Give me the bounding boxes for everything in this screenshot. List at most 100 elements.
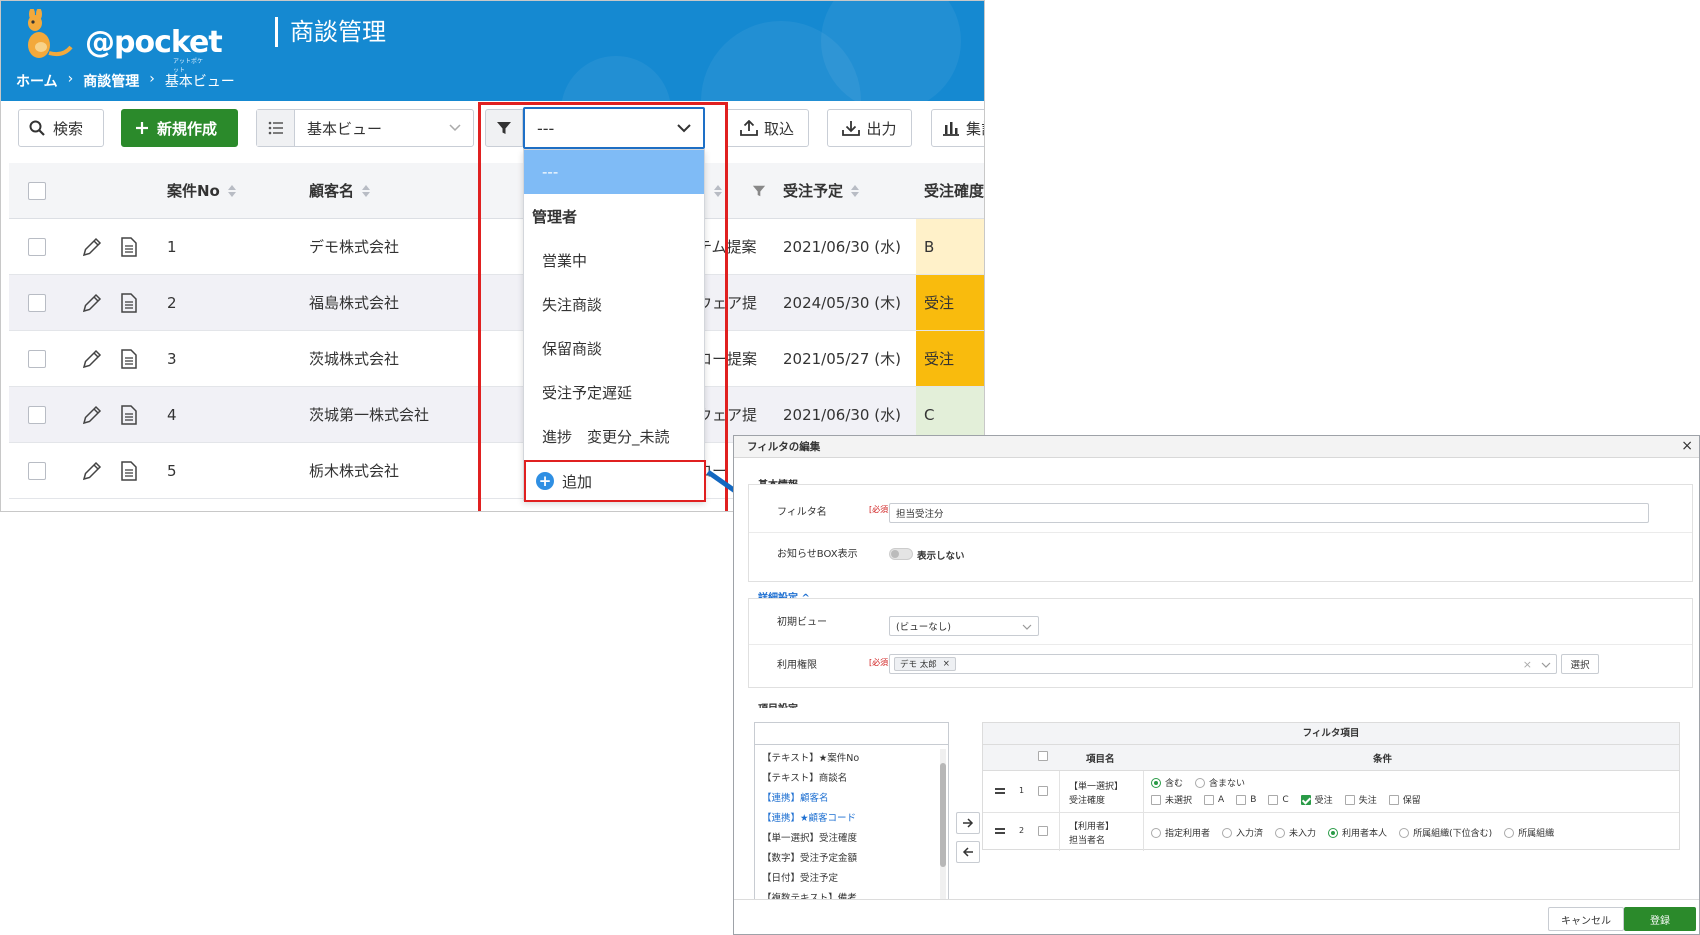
clear-icon[interactable]: × [1523,658,1532,671]
field-search-input[interactable] [755,723,948,745]
condition-radio[interactable]: 所属組織(下位含む) [1399,826,1492,839]
condition-checkbox[interactable]: 受注 [1300,793,1333,806]
row-checkbox[interactable] [28,405,46,424]
table-row[interactable]: 3 茨城株式会社 ロー提案 2021/05/27 (木) 受注 [9,331,984,387]
page-title: 商談管理 [275,17,386,47]
document-icon[interactable] [119,348,139,370]
condition-checkbox[interactable]: 失注 [1344,793,1377,806]
drag-handle-icon[interactable] [995,828,1005,836]
dropdown-item-none[interactable]: --- [524,150,704,194]
select-all-checkbox[interactable] [28,181,46,200]
row-checkbox[interactable] [1038,826,1048,836]
filter-select-value: --- [537,118,555,138]
header-decoration [561,56,671,101]
field-list-item[interactable]: 【連携】顧客名 [762,790,829,804]
document-icon[interactable] [119,460,139,482]
condition-radio[interactable]: 含む [1151,776,1183,789]
document-icon[interactable] [119,292,139,314]
condition-radio[interactable]: 入力済 [1222,826,1263,839]
condition-radio[interactable]: 未入力 [1275,826,1316,839]
cell-planned-date: 2024/05/30 (木) [783,294,901,312]
row-checkbox[interactable] [28,349,46,368]
import-button[interactable]: 取込 [725,109,809,147]
dropdown-item-delayed[interactable]: 受注予定遅延 [524,370,704,414]
cell-customer[interactable]: 福島株式会社 [309,275,399,330]
export-button[interactable]: 出力 [827,109,912,147]
cell-customer[interactable]: 茨城株式会社 [309,331,399,386]
select-all-checkbox[interactable] [1038,751,1048,761]
row-checkbox[interactable] [28,237,46,256]
edit-pencil-icon[interactable] [81,404,103,426]
row-checkbox[interactable] [28,461,46,480]
breadcrumb: ホーム › 商談管理 › 基本ビュー [16,71,235,91]
filter-name-input[interactable]: 担当受注分 [889,503,1649,523]
cell-customer[interactable]: 茨城第一株式会社 [309,387,429,442]
breadcrumb-home[interactable]: ホーム [16,71,58,91]
field-list-item[interactable]: 【数字】受注予定金額 [762,850,857,864]
cell-customer[interactable]: 栃木株式会社 [309,443,399,498]
initial-view-select[interactable]: (ビューなし) [889,616,1039,636]
cancel-button[interactable]: キャンセル [1548,907,1624,931]
column-header-customer[interactable]: 顧客名 [309,163,371,218]
column-header-planned[interactable]: 受注予定 [783,163,860,218]
chip-remove-icon[interactable]: × [943,659,950,669]
edit-pencil-icon[interactable] [81,348,103,370]
cell-confidence: 受注 [916,331,984,386]
add-filter-button[interactable]: + 追加 [524,460,706,502]
table-row[interactable]: 2 福島株式会社 ウェア提 2024/05/30 (木) 受注 [9,275,984,331]
row-checkbox[interactable] [28,293,46,312]
view-select[interactable]: 基本ビュー [256,109,474,147]
dropdown-item-lost[interactable]: 失注商談 [524,282,704,326]
register-button[interactable]: 登録 [1624,907,1696,931]
permission-input[interactable]: デモ 太郎 × × [889,654,1557,674]
document-icon[interactable] [119,404,139,426]
field-list-item[interactable]: 【テキスト】商談名 [762,770,847,784]
dropdown-item-hold[interactable]: 保留商談 [524,326,704,370]
filter-button[interactable] [485,109,523,147]
condition-radio[interactable]: 所属組織 [1504,826,1554,839]
select-user-button[interactable]: 選択 [1561,654,1599,674]
kangaroo-logo-icon [28,8,73,58]
condition-radio[interactable]: 指定利用者 [1151,826,1210,839]
column-header-no[interactable]: 案件No [167,163,236,218]
condition-checkbox[interactable]: C [1268,793,1289,806]
condition-checkbox[interactable]: B [1236,793,1256,806]
chevron-down-icon [1541,662,1551,668]
app-header: @pocket アットポケット 商談管理 ホーム › 商談管理 › 基本ビュー [1,1,984,101]
edit-pencil-icon[interactable] [81,460,103,482]
new-create-button[interactable]: 新規作成 [121,109,238,147]
move-left-button[interactable] [956,841,980,863]
table-row[interactable]: 1 デモ株式会社 テム提案 2021/06/30 (水) B [9,219,984,275]
condition-checkbox[interactable]: A [1204,793,1224,806]
condition-radio[interactable]: 利用者本人 [1328,826,1387,839]
field-list-item[interactable]: 【単一選択】受注確度 [762,830,857,844]
close-icon[interactable]: × [1681,438,1693,454]
edit-pencil-icon[interactable] [81,236,103,258]
condition-radio[interactable]: 含まない [1195,776,1245,789]
breadcrumb-current-view: 基本ビュー [164,74,235,90]
search-button[interactable]: 検索 [18,109,104,147]
field-list-item[interactable]: 【テキスト】★案件No [762,750,859,764]
drag-handle-icon[interactable] [995,788,1005,796]
breadcrumb-deal-management[interactable]: 商談管理 [83,71,139,91]
edit-pencil-icon[interactable] [81,292,103,314]
filter-select[interactable]: --- [523,107,705,149]
dropdown-item-progress-unread[interactable]: 進捗 変更分_未読 [524,414,704,458]
field-list-item[interactable]: 【連携】★顧客コード [762,810,856,824]
filter-dropdown-menu: --- 管理者 営業中 失注商談 保留商談 受注予定遅延 進捗 変更分_未読 +… [523,149,706,502]
cell-customer[interactable]: デモ株式会社 [309,219,399,274]
move-right-button[interactable] [956,812,980,834]
app-logo[interactable]: @pocket アットポケット [17,8,223,74]
column-header-confidence[interactable]: 受注確度 [924,163,984,218]
document-icon[interactable] [119,236,139,258]
aggregate-button[interactable]: 集計 [931,109,984,147]
filter-edit-dialog: フィルタの編集 × 基本情報 フィルタ名 [必須] 担当受注分 お知らせBOX表… [733,435,1700,935]
condition-checkbox[interactable]: 未選択 [1151,793,1192,806]
condition-checkbox[interactable]: 保留 [1388,793,1421,806]
row-checkbox[interactable] [1038,786,1048,796]
aggregate-button-label: 集計 [966,119,984,138]
funnel-icon[interactable] [752,184,766,198]
dropdown-item-active[interactable]: 営業中 [524,238,704,282]
field-list-item[interactable]: 【日付】受注予定 [762,870,838,884]
notice-toggle[interactable] [889,548,913,560]
